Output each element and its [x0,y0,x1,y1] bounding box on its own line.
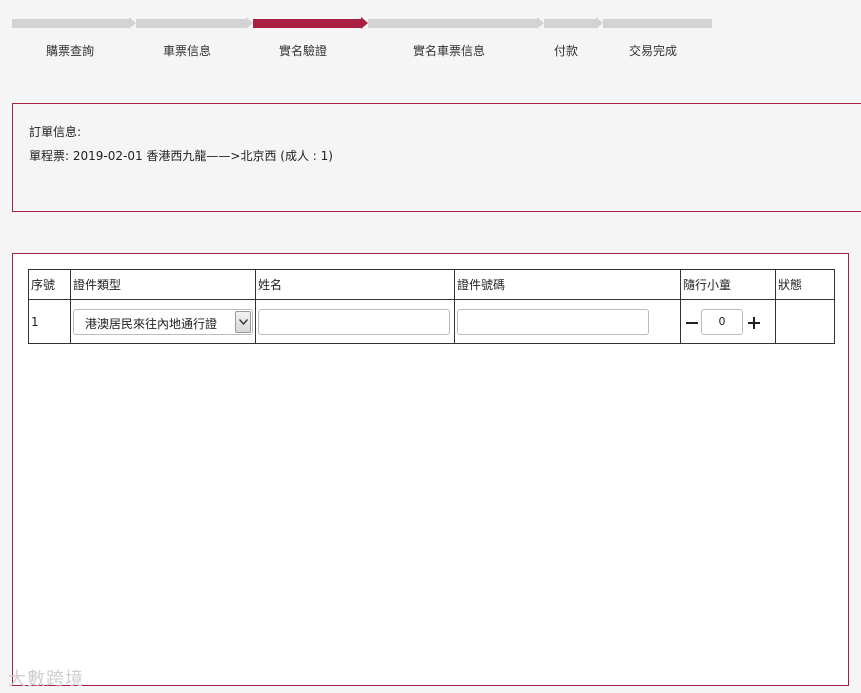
step-label-real-name-verify: 實名驗證 [279,44,328,58]
table-header-row: 序號 證件類型 姓名 證件號碼 隨行小童 狀態 [28,269,835,300]
col-header-children: 隨行小童 [680,269,776,300]
step-label-payment: 付款 [554,44,579,58]
order-info-box: 訂單信息: 單程票: 2019-02-01 香港西九龍——>北京西 (成人 : … [12,103,861,212]
progress-stepper: 購票查詢 車票信息 實名驗證 實名車票信息 付款 交易完成 [12,17,712,59]
passenger-panel: 序號 證件類型 姓名 證件號碼 隨行小童 狀態 1 港澳居民來往內地通行證 0 [12,253,849,686]
step-label-real-name-ticket-info: 實名車票信息 [413,44,486,58]
step-arrow-1 [129,17,136,29]
col-header-doc-type: 證件類型 [70,269,256,300]
doc-number-cell [454,299,681,344]
table-row: 1 港澳居民來往內地通行證 0 [28,299,835,344]
doc-number-input[interactable] [457,308,649,335]
passenger-table: 序號 證件類型 姓名 證件號碼 隨行小童 狀態 1 港澳居民來往內地通行證 0 [28,269,835,344]
name-input[interactable] [258,308,450,335]
doc-type-selected: 港澳居民來往內地通行證 [85,316,218,331]
step-arrow-3-active [361,17,368,29]
col-header-name: 姓名 [255,269,455,300]
step-arrow-4 [537,17,544,29]
dropdown-button[interactable] [235,310,251,333]
step-arrow-2 [246,17,253,29]
name-cell [255,299,455,344]
children-cell: 0 [680,299,776,344]
step-label-ticket-info: 車票信息 [163,44,212,58]
col-header-index: 序號 [28,269,71,300]
plus-icon[interactable] [747,313,761,329]
step-arrow-5 [596,17,603,29]
col-header-status: 狀態 [775,269,835,300]
children-count-field[interactable]: 0 [701,308,743,335]
step-bar-3-active [253,19,361,28]
order-info-line: 單程票: 2019-02-01 香港西九龍——>北京西 (成人 : 1) [29,149,333,163]
minus-icon[interactable] [685,313,699,329]
step-bar-4 [368,19,537,28]
children-stepper: 0 [683,308,773,335]
col-header-doc-number: 證件號碼 [454,269,681,300]
order-info-title: 訂單信息: [29,125,82,139]
row-index: 1 [28,299,71,344]
doc-type-cell: 港澳居民來往內地通行證 [70,299,256,344]
step-label-search: 購票查詢 [46,44,95,58]
step-bar-5 [544,19,596,28]
status-cell [775,299,835,344]
doc-type-select[interactable]: 港澳居民來往內地通行證 [73,308,253,335]
watermark-logo: 大數跨境 [8,669,84,690]
chevron-down-icon [239,318,248,325]
step-label-complete: 交易完成 [629,44,678,58]
step-bar-2 [136,19,246,28]
step-bar-6 [603,19,712,28]
step-bar-1 [12,19,129,28]
